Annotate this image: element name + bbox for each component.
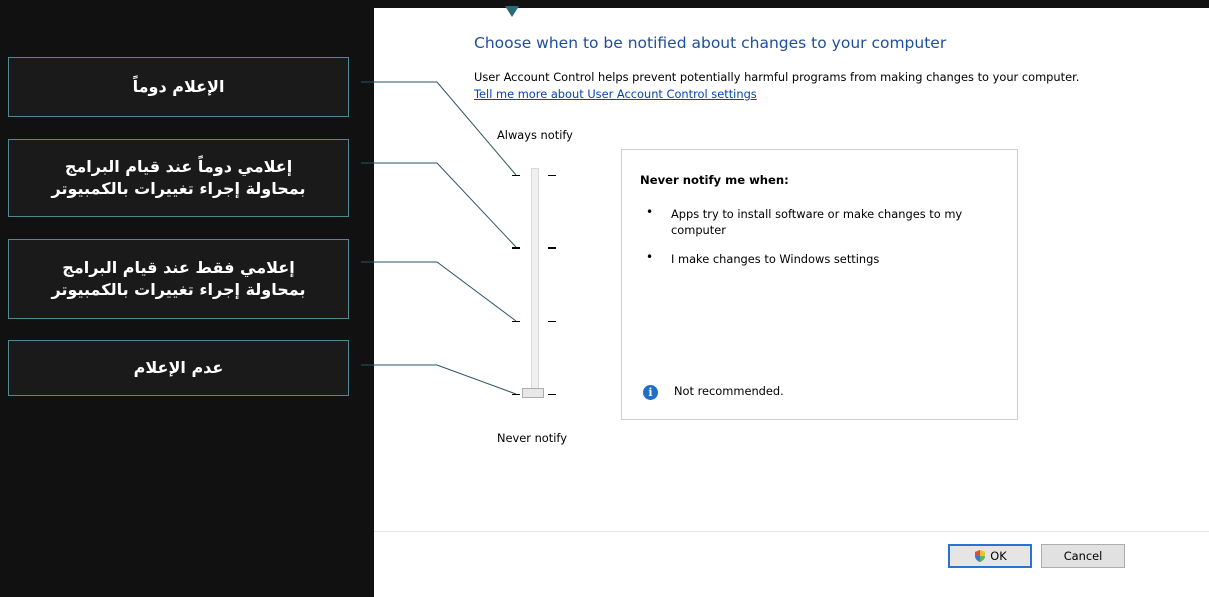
setting-bullet: Apps try to install software or make cha…: [671, 207, 963, 237]
setting-bullet: I make changes to Windows settings: [671, 252, 880, 266]
recommendation-note: Not recommended.: [674, 384, 784, 398]
callout-apps-only-line1: إعلامي فقط عند قيام البرامج: [62, 258, 295, 277]
callout-always-notify-text: الإعلام دوماً: [132, 77, 225, 96]
slider-top-label: Always notify: [497, 128, 573, 142]
callout-default-line1: إعلامي دوماً عند قيام البرامج: [64, 157, 293, 176]
slider-tick-right: [548, 247, 556, 249]
page-title: Choose when to be notified about changes…: [474, 34, 947, 52]
info-icon: i: [643, 385, 658, 400]
connector-never: [361, 364, 517, 395]
slider-bottom-label: Never notify: [497, 431, 567, 445]
slider-tick-right: [548, 321, 556, 322]
connector-apps-only: [361, 261, 517, 322]
slider-tick-left: [512, 394, 520, 395]
shield-icon: [975, 550, 986, 562]
callout-default-line2: بمحاولة إجراء تغييرات بالكمبيوتر: [51, 179, 306, 198]
callout-never-notify: عدم الإعلام: [8, 340, 349, 396]
notification-slider[interactable]: [531, 168, 539, 398]
learn-more-link[interactable]: Tell me more about User Account Control …: [474, 87, 757, 101]
slider-tick-right: [548, 175, 556, 176]
connector-default: [361, 162, 517, 248]
slider-tick-right: [548, 394, 556, 395]
callout-apps-only-line2: بمحاولة إجراء تغييرات بالكمبيوتر: [51, 280, 306, 299]
callout-default: إعلامي دوماً عند قيام البرامج بمحاولة إج…: [8, 139, 349, 217]
footer-divider: [374, 531, 1209, 532]
bullet-icon: •: [646, 205, 654, 219]
cancel-button-label: Cancel: [1063, 549, 1103, 563]
bullet-icon: •: [646, 250, 654, 264]
slider-thumb[interactable]: [522, 388, 544, 398]
ok-button-label: OK: [990, 549, 1007, 563]
description-text: User Account Control helps prevent poten…: [474, 70, 1080, 84]
cancel-button[interactable]: Cancel: [1041, 544, 1125, 568]
callout-apps-only: إعلامي فقط عند قيام البرامج بمحاولة إجرا…: [8, 239, 349, 319]
slider-tick-left: [512, 175, 520, 176]
setting-description-box: [621, 149, 1018, 420]
pointer-arrow-icon: [505, 6, 519, 17]
setting-description-title: Never notify me when:: [640, 173, 789, 187]
ok-button[interactable]: OK: [948, 544, 1032, 568]
callout-always-notify: الإعلام دوماً: [8, 57, 349, 117]
slider-tick-left: [512, 321, 520, 322]
slider-tick-left: [512, 247, 520, 249]
callout-never-notify-text: عدم الإعلام: [133, 358, 224, 377]
